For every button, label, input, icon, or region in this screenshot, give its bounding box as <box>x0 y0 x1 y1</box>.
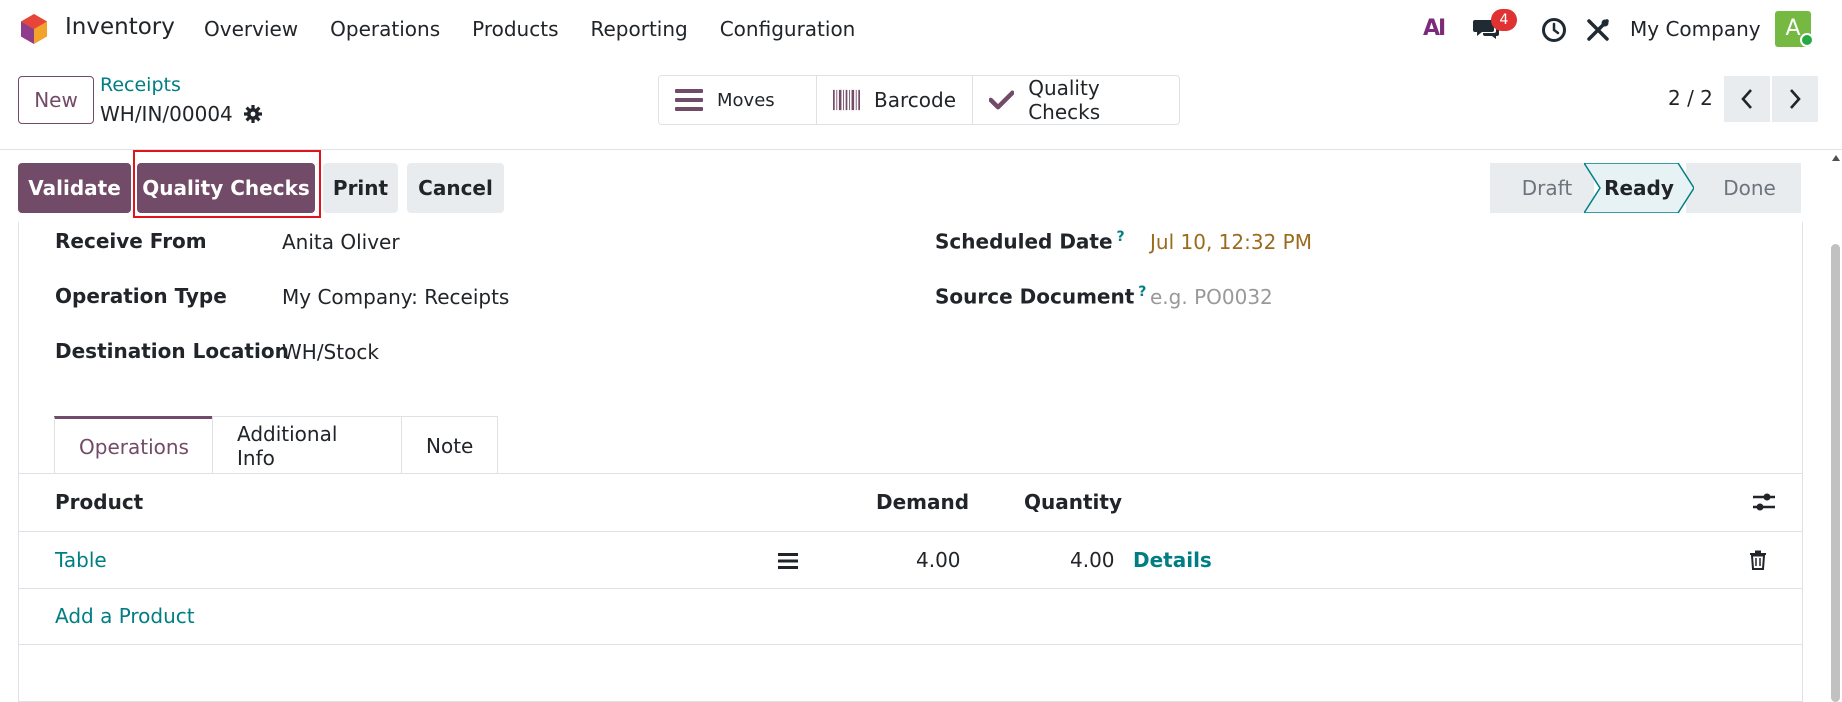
chevron-right-icon <box>1790 89 1801 109</box>
column-product[interactable]: Product <box>55 490 143 514</box>
ai-icon[interactable]: AI <box>1423 16 1446 41</box>
operation-type-label: Operation Type <box>55 284 227 308</box>
cancel-button[interactable]: Cancel <box>407 163 504 213</box>
main-menu: Overview Operations Products Reporting C… <box>204 17 887 41</box>
menu-products[interactable]: Products <box>472 17 558 41</box>
scheduled-date-label-text: Scheduled Date <box>935 229 1113 254</box>
app-logo-icon[interactable] <box>20 13 48 45</box>
breadcrumb-receipts[interactable]: Receipts <box>100 74 181 96</box>
tabs-divider <box>18 473 1803 474</box>
control-panel: New Receipts WH/IN/00004 Moves Barcode Q… <box>0 58 1842 150</box>
smart-buttons: Moves Barcode Quality Checks <box>658 75 1180 125</box>
highlight-annotation <box>133 150 321 218</box>
activity-clock-icon[interactable] <box>1541 17 1567 43</box>
scroll-up-icon[interactable] <box>1831 154 1841 162</box>
row-details-button[interactable]: Details <box>1133 548 1212 572</box>
menu-operations[interactable]: Operations <box>330 17 440 41</box>
stage-done[interactable]: Done <box>1686 163 1801 213</box>
barcode-icon <box>833 89 860 111</box>
scheduled-date-field[interactable]: Jul 10, 12:32 PM <box>1150 230 1312 254</box>
notebook-tabs: Operations Additional Info Note <box>54 416 498 474</box>
row-divider <box>18 588 1803 589</box>
tab-note[interactable]: Note <box>401 416 498 474</box>
chevron-left-icon <box>1741 89 1752 109</box>
tab-additional-info[interactable]: Additional Info <box>212 416 402 474</box>
quality-checks-smart-button[interactable]: Quality Checks <box>973 76 1179 124</box>
add-product-link[interactable]: Add a Product <box>55 604 195 628</box>
barcode-button[interactable]: Barcode <box>817 76 973 124</box>
row-demand: 4.00 <box>916 548 961 572</box>
header-divider <box>18 531 1803 532</box>
ai-label: AI <box>1423 16 1446 41</box>
record-name: WH/IN/00004 <box>100 102 233 126</box>
tab-operations[interactable]: Operations <box>54 416 213 474</box>
pager-previous[interactable] <box>1724 76 1770 122</box>
app-name[interactable]: Inventory <box>65 14 175 40</box>
operation-type-field[interactable]: My Company: Receipts <box>282 285 509 309</box>
moves-label: Moves <box>717 89 775 111</box>
source-document-field[interactable]: e.g. PO0032 <box>1150 285 1273 309</box>
moves-button[interactable]: Moves <box>659 76 817 124</box>
record-title: WH/IN/00004 <box>100 102 263 126</box>
pager-next[interactable] <box>1772 76 1818 122</box>
list-icon <box>675 89 703 111</box>
stage-ready-shape[interactable]: Ready <box>1584 163 1694 213</box>
chat-count-badge: 4 <box>1491 9 1517 31</box>
company-switcher[interactable]: My Company <box>1630 17 1761 41</box>
column-quantity[interactable]: Quantity <box>1024 490 1122 514</box>
stage-ready-label: Ready <box>1604 176 1674 200</box>
destination-location-label: Destination Location <box>55 339 289 363</box>
receive-from-label: Receive From <box>55 229 207 253</box>
drag-handle-icon[interactable] <box>778 552 798 570</box>
menu-configuration[interactable]: Configuration <box>720 17 856 41</box>
validate-button[interactable]: Validate <box>18 163 131 213</box>
source-document-label: Source Document? <box>935 284 1146 309</box>
row-divider <box>18 644 1803 645</box>
receive-from-field[interactable]: Anita Oliver <box>282 230 400 254</box>
column-demand[interactable]: Demand <box>876 490 969 514</box>
print-button[interactable]: Print <box>323 163 398 213</box>
menu-reporting[interactable]: Reporting <box>590 17 687 41</box>
source-document-label-text: Source Document <box>935 284 1135 309</box>
scheduled-date-label: Scheduled Date? <box>935 229 1125 254</box>
status-stages: Draft Ready Done <box>1490 163 1801 213</box>
pager-value[interactable]: 2 / 2 <box>1668 86 1713 110</box>
column-settings-icon[interactable] <box>1752 491 1776 513</box>
check-icon <box>989 90 1015 110</box>
row-product[interactable]: Table <box>55 548 107 572</box>
new-button[interactable]: New <box>18 76 94 124</box>
barcode-label: Barcode <box>874 88 956 112</box>
row-quantity[interactable]: 4.00 <box>1070 548 1115 572</box>
source-document-help[interactable]: ? <box>1138 284 1146 300</box>
presence-dot <box>1800 33 1814 47</box>
destination-location-field[interactable]: WH/Stock <box>282 340 379 364</box>
gear-icon[interactable] <box>243 104 263 124</box>
scheduled-date-help[interactable]: ? <box>1117 229 1125 245</box>
trash-icon[interactable] <box>1749 550 1767 570</box>
menu-overview[interactable]: Overview <box>204 17 298 41</box>
scrollbar-thumb[interactable] <box>1831 244 1840 702</box>
stage-draft[interactable]: Draft <box>1490 163 1594 213</box>
quality-checks-label: Quality Checks <box>1028 76 1101 124</box>
tools-icon[interactable] <box>1585 17 1611 43</box>
